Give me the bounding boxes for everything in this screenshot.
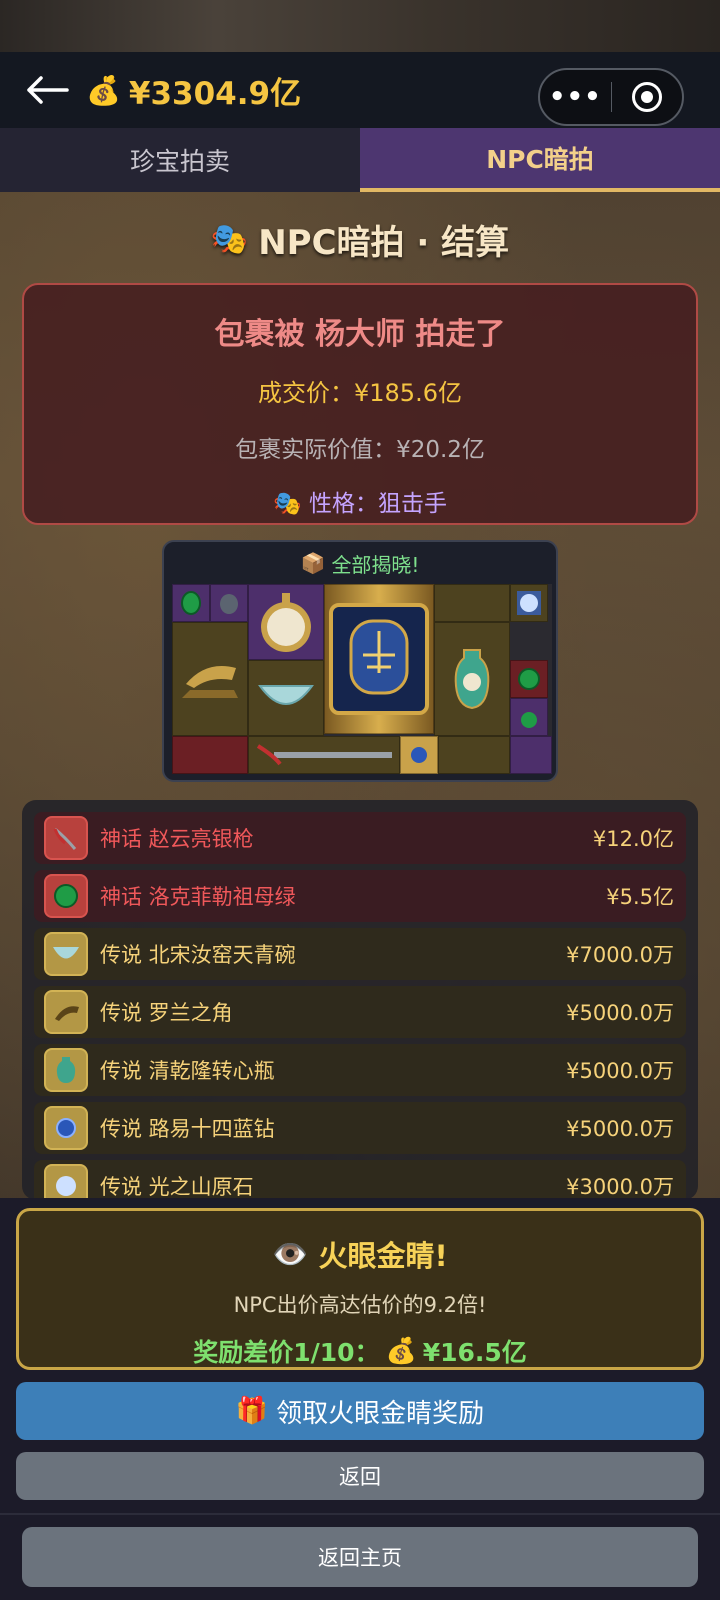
reveal-title-text: 全部揭晓! bbox=[331, 552, 420, 577]
bowl-cell bbox=[248, 660, 324, 736]
money-bag-icon: 💰 bbox=[86, 73, 121, 107]
item-price: ¥5000.0万 bbox=[566, 1059, 674, 1083]
back-arrow-icon[interactable] bbox=[24, 70, 70, 110]
section-title: 🎭 NPC暗拍 · 结算 bbox=[0, 214, 720, 264]
nav-bar: 💰 ¥3304.9亿 ••• bbox=[0, 52, 720, 128]
result-title: 包裹被 杨大师 拍走了 bbox=[214, 317, 506, 352]
empty-cell bbox=[172, 736, 248, 774]
item-name: 传说 光之山原石 bbox=[100, 1175, 254, 1199]
background-photo-strip bbox=[0, 0, 720, 52]
blue-diamond-icon bbox=[44, 1106, 88, 1150]
home-button[interactable]: 返回主页 bbox=[22, 1527, 698, 1587]
sharp-eye-title-text: 火眼金睛! bbox=[318, 1239, 448, 1273]
list-item[interactable]: 神话 洛克菲勒祖母绿 ¥5.5亿 bbox=[34, 870, 686, 922]
item-price: ¥7000.0万 bbox=[566, 943, 674, 967]
item-price: ¥5.5亿 bbox=[606, 885, 674, 909]
item-price: ¥5000.0万 bbox=[566, 1117, 674, 1141]
dark-gem-cell bbox=[210, 584, 248, 622]
mini-program-capsule: ••• bbox=[538, 68, 684, 126]
item-list: 神话 赵云亮银枪 ¥12.0亿 神话 洛克菲勒祖母绿 ¥5.5亿 传说 北宋汝窑… bbox=[22, 800, 698, 1200]
bowl-icon bbox=[44, 932, 88, 976]
section-title-text: NPC暗拍 · 结算 bbox=[258, 222, 510, 263]
theater-masks-icon: 🎭 bbox=[273, 491, 302, 517]
item-name: 神话 洛克菲勒祖母绿 bbox=[100, 885, 296, 909]
tab-npc-blind-auction[interactable]: NPC暗拍 bbox=[360, 128, 720, 192]
npc-trait: 🎭 性格：狙击手 bbox=[24, 484, 696, 518]
gem-icon bbox=[44, 1164, 88, 1200]
spear-icon bbox=[44, 816, 88, 860]
item-name: 传说 路易十四蓝钻 bbox=[100, 1117, 275, 1141]
item-name: 传说 罗兰之角 bbox=[100, 1001, 233, 1025]
chandelier-card-cell bbox=[324, 584, 434, 734]
trait-text: 性格：狙击手 bbox=[308, 491, 447, 517]
list-item[interactable]: 传说 清乾隆转心瓶 ¥5000.0万 bbox=[34, 1044, 686, 1096]
back-button[interactable]: 返回 bbox=[16, 1452, 704, 1500]
list-item[interactable]: 传说 北宋汝窑天青碗 ¥7000.0万 bbox=[34, 928, 686, 980]
close-target-icon[interactable] bbox=[612, 82, 683, 112]
horn-icon bbox=[44, 990, 88, 1034]
money-amount: ¥3304.9亿 bbox=[128, 75, 302, 112]
reward-line: 奖励差价1/10： 💰 ¥16.5亿 bbox=[19, 1333, 701, 1369]
pendant-cell bbox=[510, 698, 548, 736]
sharp-eye-desc: NPC出价高达估价的9.2倍! bbox=[233, 1293, 487, 1317]
sharp-eye-card: 👁️ 火眼金睛! NPC出价高达估价的9.2倍! 奖励差价1/10： 💰 ¥16… bbox=[16, 1208, 704, 1370]
empty-cell bbox=[438, 736, 510, 774]
money-bag-icon: 💰 bbox=[385, 1336, 417, 1365]
item-price: ¥3000.0万 bbox=[566, 1175, 674, 1199]
tab-treasure-auction[interactable]: 珍宝拍卖 bbox=[0, 128, 360, 192]
claim-reward-button[interactable]: 🎁 领取火眼金睛奖励 bbox=[16, 1382, 704, 1440]
item-price: ¥12.0亿 bbox=[592, 827, 674, 851]
emerald-icon bbox=[44, 874, 88, 918]
reveal-title: 📦 全部揭晓! bbox=[164, 542, 556, 584]
actual-value: 包裹实际价值：¥20.2亿 bbox=[235, 437, 485, 463]
list-item[interactable]: 传说 路易十四蓝钻 ¥5000.0万 bbox=[34, 1102, 686, 1154]
item-name: 传说 北宋汝窑天青碗 bbox=[100, 943, 296, 967]
list-item[interactable]: 传说 罗兰之角 ¥5000.0万 bbox=[34, 986, 686, 1038]
package-icon: 📦 bbox=[300, 551, 326, 575]
reward-amount: ¥16.5亿 bbox=[422, 1338, 527, 1367]
spear-cell bbox=[248, 736, 400, 774]
deal-price: 成交价：¥185.6亿 bbox=[258, 379, 462, 407]
divider bbox=[0, 1513, 720, 1515]
item-name: 神话 赵云亮银枪 bbox=[100, 827, 254, 851]
tab-bar: 珍宝拍卖 NPC暗拍 bbox=[0, 128, 720, 192]
blue-diamond-cell bbox=[400, 736, 438, 774]
claim-reward-label: 领取火眼金睛奖励 bbox=[276, 1398, 485, 1429]
emerald-cell bbox=[172, 584, 210, 622]
vase-icon bbox=[44, 1048, 88, 1092]
item-price: ¥5000.0万 bbox=[566, 1001, 674, 1025]
vase-cell bbox=[434, 622, 510, 736]
empty-cell bbox=[510, 736, 552, 774]
package-grid bbox=[172, 584, 552, 774]
theater-masks-icon: 🎭 bbox=[210, 221, 249, 257]
result-card: 包裹被 杨大师 拍走了 成交价：¥185.6亿 包裹实际价值：¥20.2亿 🎭 … bbox=[22, 283, 698, 525]
more-menu-icon[interactable]: ••• bbox=[540, 82, 611, 112]
horn-cell bbox=[172, 622, 248, 736]
money-display: 💰 ¥3304.9亿 bbox=[86, 70, 302, 112]
pocket-watch-cell bbox=[248, 584, 324, 660]
diamond-cell bbox=[510, 584, 548, 622]
list-item[interactable]: 神话 赵云亮银枪 ¥12.0亿 bbox=[34, 812, 686, 864]
item-name: 传说 清乾隆转心瓶 bbox=[100, 1059, 275, 1083]
reveal-box: 📦 全部揭晓! bbox=[162, 540, 558, 782]
reward-label: 奖励差价1/10： bbox=[193, 1338, 380, 1367]
sharp-eye-title: 👁️ 火眼金睛! bbox=[19, 1233, 701, 1275]
list-item[interactable]: 传说 光之山原石 ¥3000.0万 bbox=[34, 1160, 686, 1200]
gift-icon: 🎁 bbox=[235, 1396, 269, 1426]
emerald-cell bbox=[510, 660, 548, 698]
eye-icon: 👁️ bbox=[272, 1236, 309, 1271]
empty-cell bbox=[434, 584, 510, 622]
